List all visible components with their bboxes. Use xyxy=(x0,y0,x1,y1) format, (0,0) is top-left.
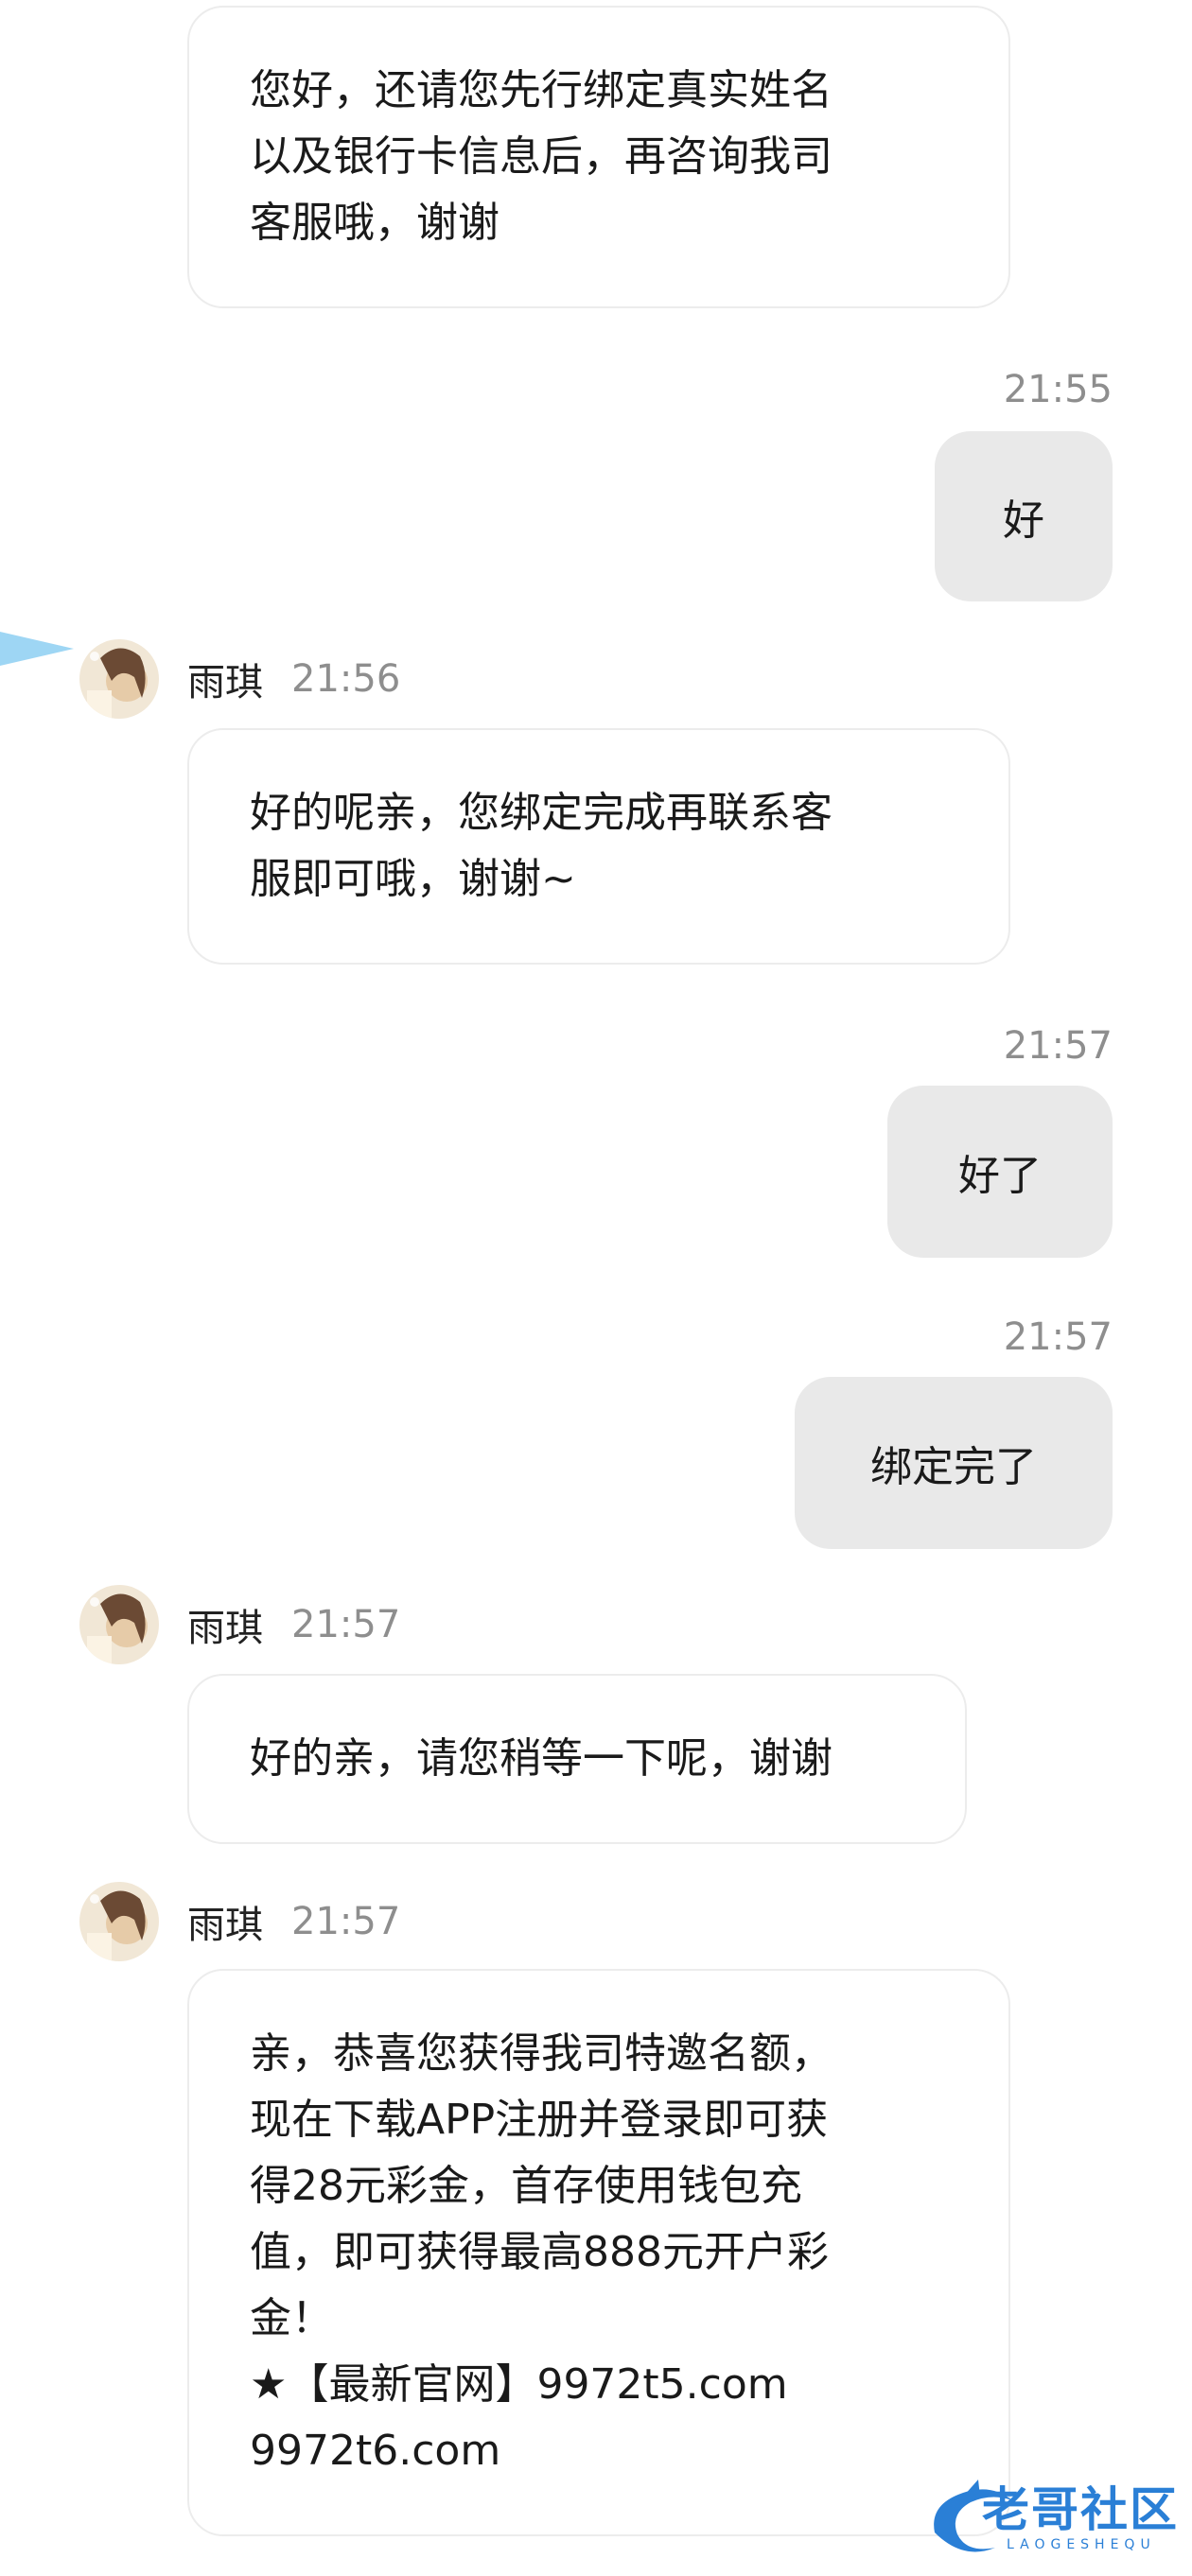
avatar[interactable] xyxy=(79,1585,159,1664)
message-text: 好了 xyxy=(958,1152,1042,1200)
sender-header: 雨琪 21:57 xyxy=(79,1882,400,1961)
avatar-image xyxy=(79,1585,159,1664)
watermark-text: 老哥社区 xyxy=(982,2482,1179,2537)
message-bubble-outgoing: 好 xyxy=(935,431,1113,601)
sender-name: 雨琪 xyxy=(187,1607,263,1650)
message-timestamp: 21:57 xyxy=(291,1900,401,1943)
message-timestamp: 21:57 xyxy=(1003,1315,1113,1359)
message-timestamp: 21:56 xyxy=(291,657,401,701)
message-text: 好的亲，请您稍等一下呢，谢谢 xyxy=(250,1734,833,1783)
message-bubble-incoming: 好的亲，请您稍等一下呢，谢谢 xyxy=(187,1674,967,1844)
avatar-image xyxy=(79,1882,159,1961)
message-timestamp: 21:55 xyxy=(1003,368,1113,411)
message-bubble-outgoing: 好了 xyxy=(887,1086,1113,1258)
sender-header: 雨琪 21:56 xyxy=(79,639,400,719)
watermark-logo: 老哥社区 LAOGESHEQU xyxy=(925,2476,1181,2561)
sender-name: 雨琪 xyxy=(187,661,263,705)
message-text: 您好，还请您先行绑定真实姓名 以及银行卡信息后，再咨询我司 客服哦，谢谢 xyxy=(250,66,833,247)
message-text: 亲，恭喜您获得我司特邀名额， 现在下载APP注册并登录即可获 得28元彩金，首存… xyxy=(250,2029,833,2475)
message-bubble-incoming: 亲，恭喜您获得我司特邀名额， 现在下载APP注册并登录即可获 得28元彩金，首存… xyxy=(187,1969,1010,2536)
avatar-image xyxy=(79,639,159,719)
message-text: 好 xyxy=(1003,496,1044,545)
message-timestamp: 21:57 xyxy=(291,1603,401,1646)
avatar[interactable] xyxy=(79,1882,159,1961)
message-text: 绑定完了 xyxy=(870,1443,1037,1491)
sender-header: 雨琪 21:57 xyxy=(79,1585,400,1664)
edge-glow-decoration xyxy=(0,632,74,666)
message-text: 好的呢亲，您绑定完成再联系客 服即可哦，谢谢~ xyxy=(250,789,833,903)
message-bubble-incoming: 您好，还请您先行绑定真实姓名 以及银行卡信息后，再咨询我司 客服哦，谢谢 xyxy=(187,6,1010,308)
avatar[interactable] xyxy=(79,639,159,719)
message-timestamp: 21:57 xyxy=(1003,1024,1113,1068)
watermark-subtext: LAOGESHEQU xyxy=(1007,2537,1156,2552)
message-bubble-incoming: 好的呢亲，您绑定完成再联系客 服即可哦，谢谢~ xyxy=(187,728,1010,965)
sender-name: 雨琪 xyxy=(187,1904,263,1947)
message-bubble-outgoing: 绑定完了 xyxy=(795,1377,1113,1549)
